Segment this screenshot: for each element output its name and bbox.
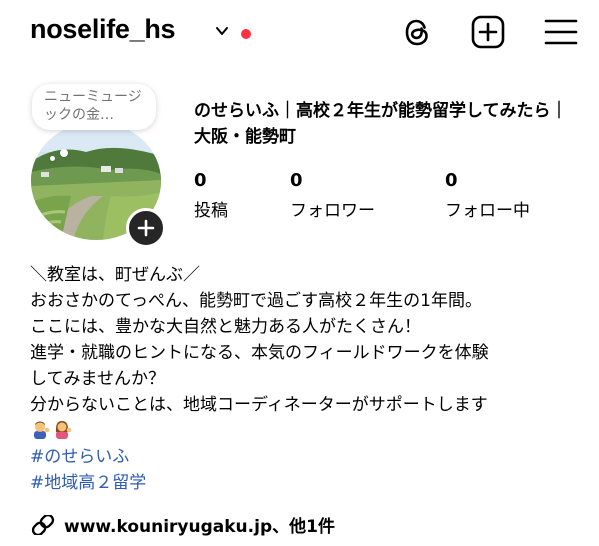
notification-dot <box>241 29 251 39</box>
woman-tipping-hand-emoji-icon <box>56 421 72 439</box>
posts-label[interactable]: 投稿 <box>194 196 228 221</box>
bio-line: おおさかのてっぺん、能勢町で過ごす高校２年生の1年間。 <box>30 291 482 311</box>
profile-username[interactable]: noselife_hs <box>30 14 176 45</box>
bio-line: してみませんか？ <box>30 369 165 389</box>
external-link-text[interactable]: www.kouniryugaku.jp、他1件 <box>64 517 335 537</box>
bio-line: ＼教室は、町ぜんぶ／ <box>30 265 200 285</box>
hashtag-link[interactable]: #地域高２留学 <box>30 470 595 496</box>
bio: ＼教室は、町ぜんぶ／ おおさかのてっぺん、能勢町で過ごす高校２年生の1年間。 こ… <box>30 262 595 496</box>
man-tipping-hand-emoji-icon <box>34 421 50 439</box>
threads-icon[interactable] <box>399 14 435 50</box>
followers-count[interactable]: 0 <box>290 170 303 191</box>
followers-label[interactable]: フォロワー <box>290 196 375 221</box>
bio-emoji-line <box>30 418 595 444</box>
bio-line: 分からないことは、地域コーディネーターがサポートします <box>30 395 488 415</box>
plus-square-icon[interactable] <box>470 14 506 50</box>
hashtag-link[interactable]: #のせらいふ <box>30 444 595 470</box>
posts-count[interactable]: 0 <box>194 170 207 191</box>
hamburger-menu-icon[interactable] <box>543 14 579 50</box>
bio-line: 進学・就職のヒントになる、本気のフィールドワークを体験 <box>30 343 489 363</box>
chevron-down-icon[interactable] <box>214 24 230 38</box>
plus-icon <box>137 219 155 237</box>
following-label[interactable]: フォロー中 <box>445 196 530 221</box>
profile-display-name: のせらいふ｜高校２年生が能勢留学してみたら｜大阪・能勢町 <box>194 101 568 147</box>
note-bubble[interactable]: ニューミュージックの金… <box>32 84 156 130</box>
note-bubble-tail-small <box>50 156 55 161</box>
add-story-button[interactable] <box>126 208 166 248</box>
link-icon <box>31 513 55 537</box>
external-link[interactable]: www.kouniryugaku.jp、他1件 <box>30 512 335 537</box>
bio-line: ここには、豊かな大自然と魅力ある人がたくさん！ <box>30 317 421 337</box>
note-bubble-tail <box>60 149 68 157</box>
following-count[interactable]: 0 <box>445 170 458 191</box>
note-text: ニューミュージックの金… <box>44 89 142 123</box>
